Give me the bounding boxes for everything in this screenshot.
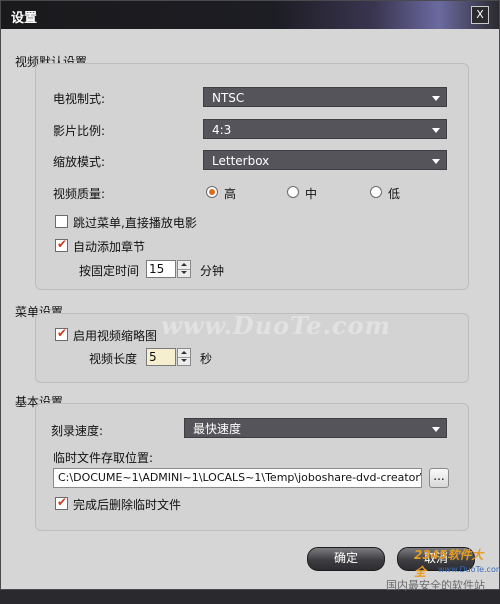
chevron-down-icon <box>432 427 440 432</box>
browse-button[interactable]: ... <box>429 468 449 488</box>
quality-radio-high[interactable] <box>206 186 218 198</box>
checkmark-icon: ✔ <box>57 237 68 251</box>
close-button[interactable]: X <box>471 6 489 24</box>
video-length-label: 视频长度 <box>89 352 138 366</box>
chevron-down-icon <box>432 96 440 101</box>
brand-site: www.DuoTe.com <box>438 565 500 574</box>
auto-chapter-label: 自动添加章节 <box>73 240 146 254</box>
burn-speed-dropdown[interactable]: 最快速度 <box>184 418 447 438</box>
temp-path-field[interactable]: C:\DOCUME~1\ADMINI~1\LOCALS~1\Temp\jobos… <box>53 468 422 488</box>
delete-after-label: 完成后删除临时文件 <box>73 498 182 512</box>
aspect-ratio-dropdown[interactable]: 4:3 <box>203 119 447 139</box>
zoom-mode-dropdown[interactable]: Letterbox <box>203 150 447 170</box>
chevron-down-icon <box>432 128 440 133</box>
temp-path-label: 临时文件存取位置: <box>53 451 154 465</box>
aspect-ratio-value: 4:3 <box>212 123 232 137</box>
quality-label: 视频质量: <box>53 187 106 201</box>
ok-button[interactable]: 确定 <box>307 547 385 571</box>
watermark-text: www.DuoTe.com <box>161 311 391 340</box>
enable-thumbnail-label: 启用视频缩略图 <box>73 329 158 343</box>
brand-tagline: 国内最安全的软件站 <box>386 579 485 592</box>
spin-down-icon[interactable] <box>178 269 190 277</box>
tv-system-label: 电视制式: <box>53 92 106 106</box>
dialog-body: 视频默认设置 电视制式: NTSC 影片比例: 4:3 缩放模式: Letter… <box>1 29 500 592</box>
video-length-spinner[interactable] <box>177 348 191 366</box>
enable-thumbnail-checkbox[interactable]: ✔ <box>55 326 68 341</box>
quality-low-label: 低 <box>388 187 401 201</box>
title-bar[interactable]: 设置 X <box>1 1 499 29</box>
burn-speed-label: 刻录速度: <box>51 424 104 438</box>
burn-speed-value: 最快速度 <box>193 422 242 436</box>
fixed-time-unit: 分钟 <box>200 264 225 278</box>
quality-radio-low[interactable] <box>370 186 382 198</box>
tv-system-value: NTSC <box>212 91 245 105</box>
zoom-mode-label: 缩放模式: <box>53 155 106 169</box>
checkmark-icon: ✔ <box>57 495 68 509</box>
delete-after-checkbox[interactable]: ✔ <box>55 495 68 510</box>
tv-system-dropdown[interactable]: NTSC <box>203 87 447 107</box>
fixed-time-spinner[interactable] <box>177 260 191 278</box>
skip-menu-label: 跳过菜单,直接播放电影 <box>73 216 197 230</box>
auto-chapter-checkbox[interactable]: ✔ <box>55 237 68 252</box>
settings-dialog: 设置 X 视频默认设置 电视制式: NTSC 影片比例: 4:3 缩放模式: L… <box>0 0 500 592</box>
spin-down-icon[interactable] <box>178 357 190 365</box>
brand-logo: 2345软件大全 www.DuoTe.com 国内最安全的软件站 <box>386 544 500 604</box>
brand-name: 2345软件大全 <box>414 548 484 579</box>
quality-high-label: 高 <box>224 187 237 201</box>
chevron-down-icon <box>432 159 440 164</box>
quality-medium-label: 中 <box>305 187 318 201</box>
window-title: 设置 <box>11 11 38 26</box>
quality-radio-medium[interactable] <box>287 186 299 198</box>
skip-menu-checkbox[interactable] <box>55 215 68 228</box>
zoom-mode-value: Letterbox <box>212 154 270 168</box>
fixed-time-label: 按固定时间 <box>79 264 140 278</box>
aspect-ratio-label: 影片比例: <box>53 124 106 138</box>
video-length-input[interactable]: 5 <box>146 348 176 366</box>
fixed-time-input[interactable]: 15 <box>146 260 176 278</box>
checkmark-icon: ✔ <box>57 326 68 340</box>
video-length-unit: 秒 <box>200 352 213 366</box>
